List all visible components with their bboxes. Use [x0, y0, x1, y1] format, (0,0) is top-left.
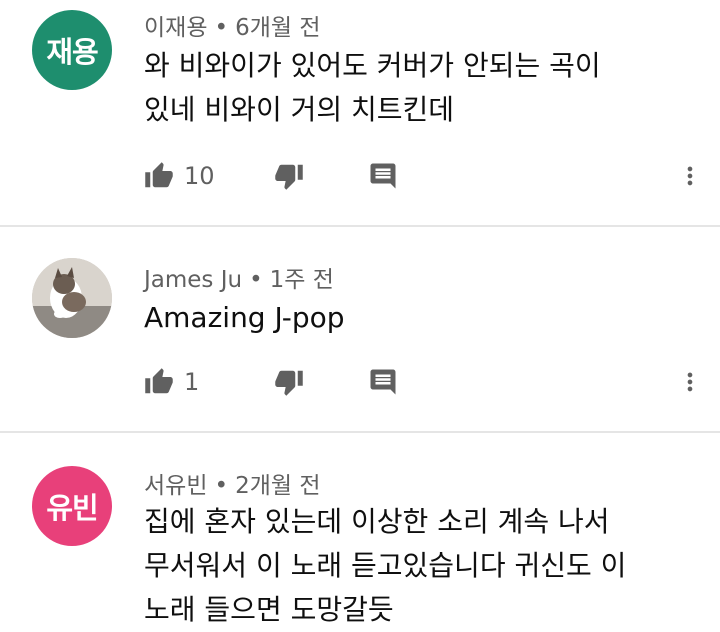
- thumb-down-icon: [274, 161, 304, 191]
- avatar-initials: 재용: [46, 35, 98, 69]
- thumb-up-icon: [144, 367, 174, 397]
- meta-separator: •: [249, 267, 263, 293]
- like-count: 10: [184, 162, 215, 190]
- comment-actions: 10: [144, 156, 704, 196]
- comment-text-line: 집에 혼자 있는데 이상한 소리 계속 나서: [144, 505, 610, 538]
- reply-comment-icon: [368, 161, 398, 191]
- avatar[interactable]: 재용: [32, 10, 112, 90]
- more-vert-icon: [676, 160, 704, 192]
- more-options-button[interactable]: [676, 156, 704, 196]
- comment-author[interactable]: 이재용: [144, 15, 207, 41]
- comment-time[interactable]: 2개월 전: [235, 473, 320, 499]
- comment-text-line: 있네 비와이 거의 치트킨데: [144, 93, 455, 126]
- avatar-initials: 유빈: [46, 491, 98, 525]
- comment-actions: 1: [144, 362, 704, 402]
- avatar[interactable]: [32, 258, 112, 338]
- dislike-button[interactable]: [274, 156, 304, 196]
- comment-meta: 서유빈 • 2개월 전: [144, 466, 321, 500]
- comment-time[interactable]: 6개월 전: [235, 15, 320, 41]
- more-vert-icon: [676, 366, 704, 398]
- meta-separator: •: [214, 473, 229, 499]
- comment-text-line: 와 비와이가 있어도 커버가 안되는 곡이: [144, 49, 601, 82]
- comment-author[interactable]: 서유빈: [144, 473, 207, 499]
- thumb-up-icon: [144, 161, 174, 191]
- comment-divider: [0, 225, 720, 227]
- comment-text: 와 비와이가 있어도 커버가 안되는 곡이 있네 비와이 거의 치트킨데: [144, 44, 684, 132]
- meta-separator: •: [214, 15, 229, 41]
- comment-time[interactable]: 1주 전: [270, 267, 334, 293]
- reply-button[interactable]: [368, 362, 398, 402]
- comment-divider: [0, 431, 720, 433]
- comment-text-line: Amazing J-pop: [144, 301, 345, 334]
- comment-text-line: 무서워서 이 노래 듣고있습니다 귀신도 이: [144, 549, 627, 582]
- comment-text: Amazing J-pop: [144, 296, 684, 340]
- more-options-button[interactable]: [676, 362, 704, 402]
- dislike-button[interactable]: [274, 362, 304, 402]
- like-count: 1: [184, 368, 200, 396]
- thumb-down-icon: [274, 367, 304, 397]
- like-button[interactable]: 1: [144, 362, 199, 402]
- comment-text: 집에 혼자 있는데 이상한 소리 계속 나서 무서워서 이 노래 듣고있습니다 …: [144, 500, 684, 632]
- comment-meta: 이재용 • 6개월 전: [144, 8, 321, 42]
- like-button[interactable]: 10: [144, 156, 215, 196]
- avatar-photo: [32, 258, 112, 338]
- comment-meta: James Ju • 1주 전: [144, 260, 334, 294]
- avatar[interactable]: 유빈: [32, 466, 112, 546]
- reply-comment-icon: [368, 367, 398, 397]
- comment-author[interactable]: James Ju: [144, 267, 242, 293]
- reply-button[interactable]: [368, 156, 398, 196]
- comment-text-line: 노래 들으면 도망갈듯: [144, 593, 394, 626]
